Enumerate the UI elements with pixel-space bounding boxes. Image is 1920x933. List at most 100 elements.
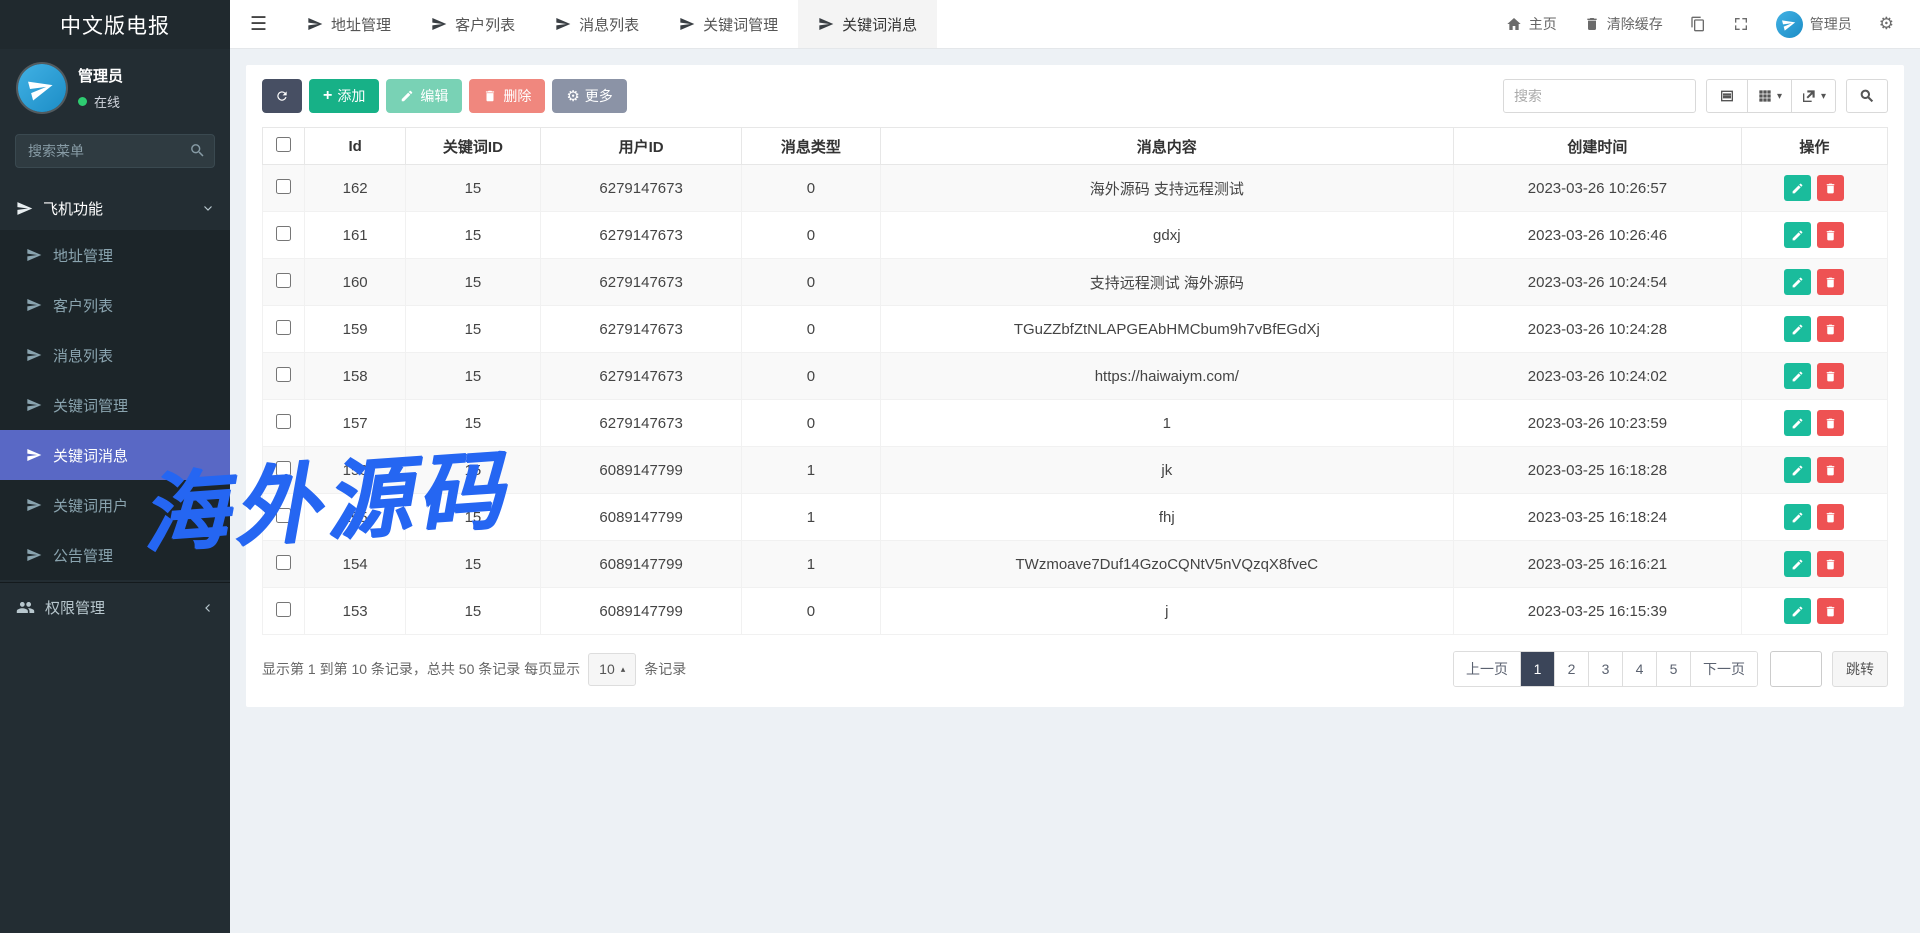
sidebar-item-label: 地址管理 — [53, 245, 113, 266]
telegram-avatar — [18, 64, 66, 112]
sidebar-item-keyword-users[interactable]: 关键词用户 — [0, 480, 230, 530]
copy-button[interactable] — [1690, 16, 1706, 32]
delete-row-button[interactable] — [1817, 316, 1844, 342]
row-checkbox[interactable] — [276, 367, 291, 382]
edit-row-button[interactable] — [1784, 598, 1811, 624]
jump-page-input[interactable] — [1770, 651, 1822, 687]
cell-created: 2023-03-26 10:24:02 — [1454, 353, 1742, 400]
user-status: 在线 — [94, 92, 120, 111]
delete-row-button[interactable] — [1817, 269, 1844, 295]
tab-address-mgmt[interactable]: 地址管理 — [287, 0, 411, 48]
delete-row-button[interactable] — [1817, 504, 1844, 530]
delete-row-button[interactable] — [1817, 363, 1844, 389]
cell-created: 2023-03-26 10:26:57 — [1454, 165, 1742, 212]
sidebar-section-plane-features[interactable]: 飞机功能 — [0, 186, 230, 230]
cell-content: fhj — [880, 494, 1454, 541]
row-checkbox[interactable] — [276, 273, 291, 288]
sidebar-submenu: 地址管理 客户列表 消息列表 关键词管理 关键词消息 关键词用户 公告管理 — [0, 230, 230, 580]
delete-row-button[interactable] — [1817, 598, 1844, 624]
col-msg-type: 消息类型 — [742, 128, 880, 165]
tab-message-list[interactable]: 消息列表 — [535, 0, 659, 48]
tab-keyword-messages[interactable]: 关键词消息 — [798, 0, 937, 48]
edit-row-button[interactable] — [1784, 316, 1811, 342]
pencil-icon — [1791, 323, 1804, 336]
edit-row-button[interactable] — [1784, 504, 1811, 530]
edit-row-button[interactable] — [1784, 457, 1811, 483]
delete-button[interactable]: 删除 — [469, 79, 545, 113]
next-page-button[interactable]: 下一页 — [1691, 652, 1757, 686]
table-row: 154 15 6089147799 1 TWzmoave7Duf14GzoCQN… — [263, 541, 1888, 588]
cell-created: 2023-03-26 10:26:46 — [1454, 212, 1742, 259]
sidebar-item-label: 公告管理 — [53, 545, 113, 566]
sidebar-item-address-mgmt[interactable]: 地址管理 — [0, 230, 230, 280]
tab-customer-list[interactable]: 客户列表 — [411, 0, 535, 48]
search-button[interactable] — [1846, 79, 1888, 113]
sidebar-search-input[interactable] — [15, 134, 215, 168]
sidebar-item-permission-mgmt[interactable]: 权限管理 — [0, 582, 230, 632]
edit-row-button[interactable] — [1784, 269, 1811, 295]
row-checkbox[interactable] — [276, 508, 291, 523]
fullscreen-button[interactable] — [1733, 16, 1749, 32]
columns-button[interactable]: ▾ — [1748, 79, 1792, 113]
cell-content: gdxj — [880, 212, 1454, 259]
clear-cache-link[interactable]: 清除缓存 — [1584, 14, 1663, 34]
delete-row-button[interactable] — [1817, 457, 1844, 483]
cell-user-id: 6089147799 — [540, 447, 742, 494]
row-checkbox[interactable] — [276, 414, 291, 429]
row-checkbox[interactable] — [276, 555, 291, 570]
row-checkbox[interactable] — [276, 602, 291, 617]
edit-button[interactable]: 编辑 — [386, 79, 462, 113]
row-checkbox[interactable] — [276, 179, 291, 194]
pagination-summary-suffix: 条记录 — [644, 659, 686, 679]
page-button-1[interactable]: 1 — [1521, 652, 1555, 686]
export-button[interactable]: ▾ — [1792, 79, 1836, 113]
pencil-icon — [1791, 558, 1804, 571]
hamburger-menu-icon[interactable]: ☰ — [230, 13, 287, 36]
row-checkbox[interactable] — [276, 226, 291, 241]
delete-row-button[interactable] — [1817, 551, 1844, 577]
sidebar-item-keyword-mgmt[interactable]: 关键词管理 — [0, 380, 230, 430]
table-row: 160 15 6279147673 0 支持远程测试 海外源码 2023-03-… — [263, 259, 1888, 306]
jump-button[interactable]: 跳转 — [1832, 651, 1888, 687]
cell-keyword-id: 15 — [406, 447, 541, 494]
page-button-5[interactable]: 5 — [1657, 652, 1691, 686]
settings-gears-icon[interactable]: ⚙ — [1879, 14, 1894, 34]
sidebar-item-keyword-messages[interactable]: 关键词消息 — [0, 430, 230, 480]
edit-row-button[interactable] — [1784, 222, 1811, 248]
pagination-summary: 显示第 1 到第 10 条记录，总共 50 条记录 每页显示 — [262, 659, 580, 679]
more-button[interactable]: ⚙更多 — [552, 79, 626, 113]
cell-content: TGuZZbfZtNLAPGEAbHMCbum9h7vBfEGdXj — [880, 306, 1454, 353]
search-icon — [1859, 88, 1875, 104]
tab-keyword-mgmt[interactable]: 关键词管理 — [659, 0, 798, 48]
delete-row-button[interactable] — [1817, 410, 1844, 436]
prev-page-button[interactable]: 上一页 — [1454, 652, 1521, 686]
add-button[interactable]: +添加 — [309, 79, 379, 113]
cell-content: https://haiwaiym.com/ — [880, 353, 1454, 400]
export-icon — [1801, 88, 1817, 104]
delete-row-button[interactable] — [1817, 222, 1844, 248]
edit-row-button[interactable] — [1784, 175, 1811, 201]
cell-content: j — [880, 588, 1454, 635]
edit-row-button[interactable] — [1784, 551, 1811, 577]
admin-menu[interactable]: 管理员 — [1776, 11, 1852, 38]
select-all-checkbox[interactable] — [276, 137, 291, 152]
refresh-button[interactable] — [262, 79, 302, 113]
topnav-right: 主页 清除缓存 管理员 ⚙ — [1506, 11, 1920, 38]
page-button-2[interactable]: 2 — [1555, 652, 1589, 686]
table-toolbar: +添加 编辑 删除 ⚙更多 ▾ ▾ — [262, 79, 1888, 113]
toggle-view-button[interactable] — [1706, 79, 1748, 113]
row-checkbox[interactable] — [276, 320, 291, 335]
edit-row-button[interactable] — [1784, 410, 1811, 436]
page-button-4[interactable]: 4 — [1623, 652, 1657, 686]
row-checkbox[interactable] — [276, 461, 291, 476]
sidebar-item-announcement-mgmt[interactable]: 公告管理 — [0, 530, 230, 580]
delete-row-button[interactable] — [1817, 175, 1844, 201]
page-size-dropdown[interactable]: 10▴ — [588, 653, 636, 686]
trash-icon — [1824, 182, 1837, 195]
sidebar-item-message-list[interactable]: 消息列表 — [0, 330, 230, 380]
edit-row-button[interactable] — [1784, 363, 1811, 389]
page-button-3[interactable]: 3 — [1589, 652, 1623, 686]
home-link[interactable]: 主页 — [1506, 14, 1557, 34]
table-search-input[interactable] — [1503, 79, 1696, 113]
sidebar-item-customer-list[interactable]: 客户列表 — [0, 280, 230, 330]
